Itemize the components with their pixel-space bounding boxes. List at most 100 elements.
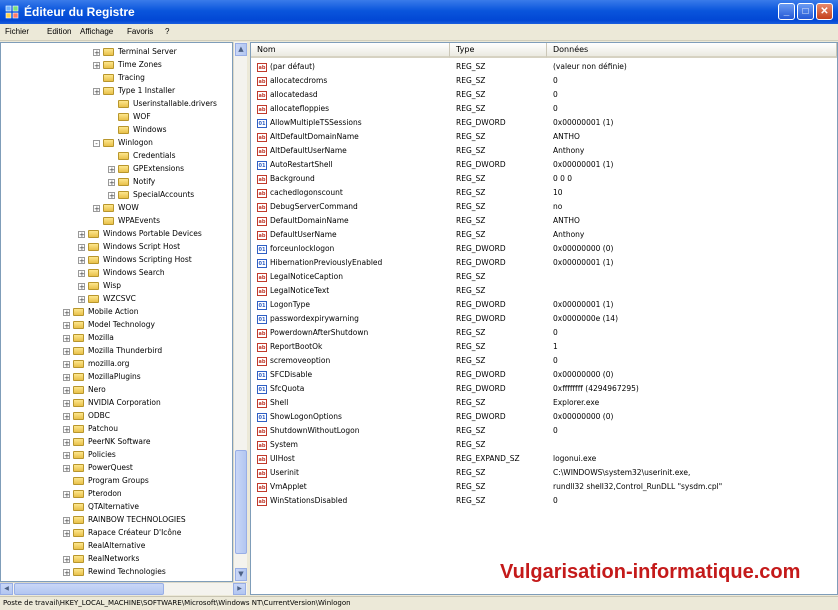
menu-favoris[interactable]: Favoris bbox=[127, 27, 153, 36]
registry-value-row[interactable]: ab AltDefaultDomainName REG_SZ ANTHO bbox=[251, 131, 837, 143]
tree-node[interactable]: + NVIDIA Corporation bbox=[63, 396, 161, 409]
registry-value-row[interactable]: ab ShutdownWithoutLogon REG_SZ 0 bbox=[251, 425, 837, 437]
registry-value-row[interactable]: ab VmApplet REG_SZ rundll32 shell32,Control… bbox=[251, 481, 837, 493]
tree-expander-icon[interactable]: + bbox=[63, 568, 70, 576]
registry-value-row[interactable]: ab ReportBootOk REG_SZ 1 bbox=[251, 341, 837, 353]
tree-node[interactable]: WPAEvents bbox=[93, 214, 160, 227]
registry-value-row[interactable]: ab LegalNoticeText REG_SZ bbox=[251, 285, 837, 297]
tree-expander-icon[interactable]: - bbox=[93, 139, 100, 147]
tree-node[interactable]: + Rapace Créateur D'Icône bbox=[63, 526, 181, 539]
tree-horizontal-scrollbar[interactable]: ◀ ▶ bbox=[0, 582, 247, 595]
registry-value-row[interactable]: 01 AutoRestartShell REG_DWORD 0x00000001 (1… bbox=[251, 159, 837, 171]
tree-expander-icon[interactable]: + bbox=[93, 48, 100, 56]
tree-expander-icon[interactable]: + bbox=[78, 256, 85, 264]
registry-tree-pane[interactable]: + Terminal Server + Time Zones Tracing + Type … bbox=[0, 42, 233, 582]
scroll-up-arrow-icon[interactable]: ▲ bbox=[235, 43, 247, 56]
title-bar[interactable]: Éditeur du Registre _ □ ✕ bbox=[0, 0, 838, 24]
registry-value-row[interactable]: ab Shell REG_SZ Explorer.exe bbox=[251, 397, 837, 409]
registry-value-row[interactable]: ab (par défaut) REG_SZ (valeur non définie) bbox=[251, 61, 837, 73]
tree-node[interactable]: + Terminal Server bbox=[93, 45, 177, 58]
tree-expander-icon[interactable]: + bbox=[93, 61, 100, 69]
tree-node[interactable]: + Notify bbox=[108, 175, 155, 188]
tree-scroll-thumb[interactable] bbox=[235, 450, 247, 554]
tree-expander-icon[interactable]: + bbox=[63, 438, 70, 446]
tree-node[interactable]: + Windows Portable Devices bbox=[78, 227, 202, 240]
tree-node[interactable]: + Wisp bbox=[78, 279, 121, 292]
column-header-type[interactable]: Type bbox=[450, 43, 547, 58]
tree-expander-icon[interactable]: + bbox=[63, 321, 70, 329]
registry-value-row[interactable]: ab PowerdownAfterShutdown REG_SZ 0 bbox=[251, 327, 837, 339]
tree-node[interactable]: + mozilla.org bbox=[63, 357, 129, 370]
tree-expander-icon[interactable]: + bbox=[78, 243, 85, 251]
tree-node[interactable]: QTAlternative bbox=[63, 500, 139, 513]
tree-expander-icon[interactable]: + bbox=[63, 373, 70, 381]
registry-value-row[interactable]: ab LegalNoticeCaption REG_SZ bbox=[251, 271, 837, 283]
tree-expander-icon[interactable]: + bbox=[108, 191, 115, 199]
registry-value-row[interactable]: 01 passwordexpirywarning REG_DWORD 0x000000… bbox=[251, 313, 837, 325]
registry-value-row[interactable]: 01 HibernationPreviouslyEnabled REG_DWORD 0… bbox=[251, 257, 837, 269]
tree-node[interactable]: + WOW bbox=[93, 201, 139, 214]
tree-expander-icon[interactable]: + bbox=[93, 204, 100, 212]
registry-value-row[interactable]: ab UIHost REG_EXPAND_SZ logonui.exe bbox=[251, 453, 837, 465]
tree-expander-icon[interactable]: + bbox=[63, 555, 70, 563]
tree-node[interactable]: + Mozilla Thunderbird bbox=[63, 344, 162, 357]
column-header-name[interactable]: Nom bbox=[251, 43, 450, 58]
tree-node[interactable]: + PowerQuest bbox=[63, 461, 133, 474]
tree-node[interactable]: + Mobile Action bbox=[63, 305, 138, 318]
registry-value-row[interactable]: 01 ShowLogonOptions REG_DWORD 0x00000000 (0… bbox=[251, 411, 837, 423]
tree-node[interactable]: + Rewind Technologies bbox=[63, 565, 166, 578]
registry-value-row[interactable]: ab AltDefaultUserName REG_SZ Anthony bbox=[251, 145, 837, 157]
tree-node[interactable]: + Policies bbox=[63, 448, 116, 461]
tree-expander-icon[interactable]: + bbox=[63, 412, 70, 420]
registry-value-row[interactable]: 01 SfcQuota REG_DWORD 0xffffffff (429496729… bbox=[251, 383, 837, 395]
scroll-right-arrow-icon[interactable]: ▶ bbox=[233, 583, 246, 595]
tree-expander-icon[interactable]: + bbox=[63, 425, 70, 433]
registry-value-row[interactable]: ab allocatecdroms REG_SZ 0 bbox=[251, 75, 837, 87]
registry-value-row[interactable]: ab allocatedasd REG_SZ 0 bbox=[251, 89, 837, 101]
tree-hscroll-thumb[interactable] bbox=[14, 583, 164, 595]
tree-expander-icon[interactable]: + bbox=[78, 269, 85, 277]
tree-node[interactable]: + Type 1 Installer bbox=[93, 84, 175, 97]
tree-node[interactable]: + GPExtensions bbox=[108, 162, 184, 175]
tree-node[interactable]: + Model Technology bbox=[63, 318, 155, 331]
registry-value-row[interactable]: ab WinStationsDisabled REG_SZ 0 bbox=[251, 495, 837, 507]
tree-node[interactable]: WOF bbox=[108, 110, 151, 123]
tree-node[interactable]: + Time Zones bbox=[93, 58, 162, 71]
tree-node[interactable]: + MozillaPlugins bbox=[63, 370, 141, 383]
registry-value-row[interactable]: 01 forceunlocklogon REG_DWORD 0x00000000 (0… bbox=[251, 243, 837, 255]
tree-node[interactable]: + Pterodon bbox=[63, 487, 122, 500]
menu-help[interactable]: ? bbox=[165, 27, 169, 36]
tree-expander-icon[interactable]: + bbox=[63, 334, 70, 342]
tree-expander-icon[interactable]: + bbox=[63, 308, 70, 316]
registry-value-row[interactable]: ab Background REG_SZ 0 0 0 bbox=[251, 173, 837, 185]
tree-node[interactable]: + Windows Search bbox=[78, 266, 165, 279]
tree-expander-icon[interactable]: + bbox=[63, 490, 70, 498]
tree-node[interactable]: Tracing bbox=[93, 71, 145, 84]
close-button[interactable]: ✕ bbox=[816, 3, 833, 20]
registry-value-row[interactable]: 01 SFCDisable REG_DWORD 0x00000000 (0) bbox=[251, 369, 837, 381]
tree-expander-icon[interactable]: + bbox=[63, 516, 70, 524]
tree-expander-icon[interactable]: + bbox=[78, 230, 85, 238]
tree-expander-icon[interactable]: + bbox=[93, 87, 100, 95]
tree-expander-icon[interactable]: + bbox=[63, 529, 70, 537]
tree-node[interactable]: + Windows Script Host bbox=[78, 240, 180, 253]
registry-value-row[interactable]: ab System REG_SZ bbox=[251, 439, 837, 451]
registry-value-row[interactable]: ab DefaultUserName REG_SZ Anthony bbox=[251, 229, 837, 241]
tree-node[interactable]: + Patchou bbox=[63, 422, 118, 435]
tree-expander-icon[interactable]: + bbox=[108, 178, 115, 186]
tree-node[interactable]: - Winlogon bbox=[93, 136, 153, 149]
tree-node[interactable]: Credentials bbox=[108, 149, 176, 162]
tree-node[interactable]: + WZCSVC bbox=[78, 292, 136, 305]
tree-node[interactable]: + PeerNK Software bbox=[63, 435, 151, 448]
menu-edition[interactable]: Edition bbox=[47, 27, 71, 36]
tree-node[interactable]: + RealNetworks bbox=[63, 552, 139, 565]
tree-node[interactable]: + Windows Scripting Host bbox=[78, 253, 192, 266]
tree-node[interactable]: Windows bbox=[108, 123, 166, 136]
tree-expander-icon[interactable]: + bbox=[63, 464, 70, 472]
minimize-button[interactable]: _ bbox=[778, 3, 795, 20]
tree-node[interactable]: + Nero bbox=[63, 383, 106, 396]
tree-node[interactable]: Userinstallable.drivers bbox=[108, 97, 217, 110]
registry-values-pane[interactable]: Nom Type Données ab (par défaut) REG_SZ (va… bbox=[250, 42, 838, 595]
tree-node[interactable]: + Mozilla bbox=[63, 331, 114, 344]
tree-node[interactable]: RealAlternative bbox=[63, 539, 145, 552]
